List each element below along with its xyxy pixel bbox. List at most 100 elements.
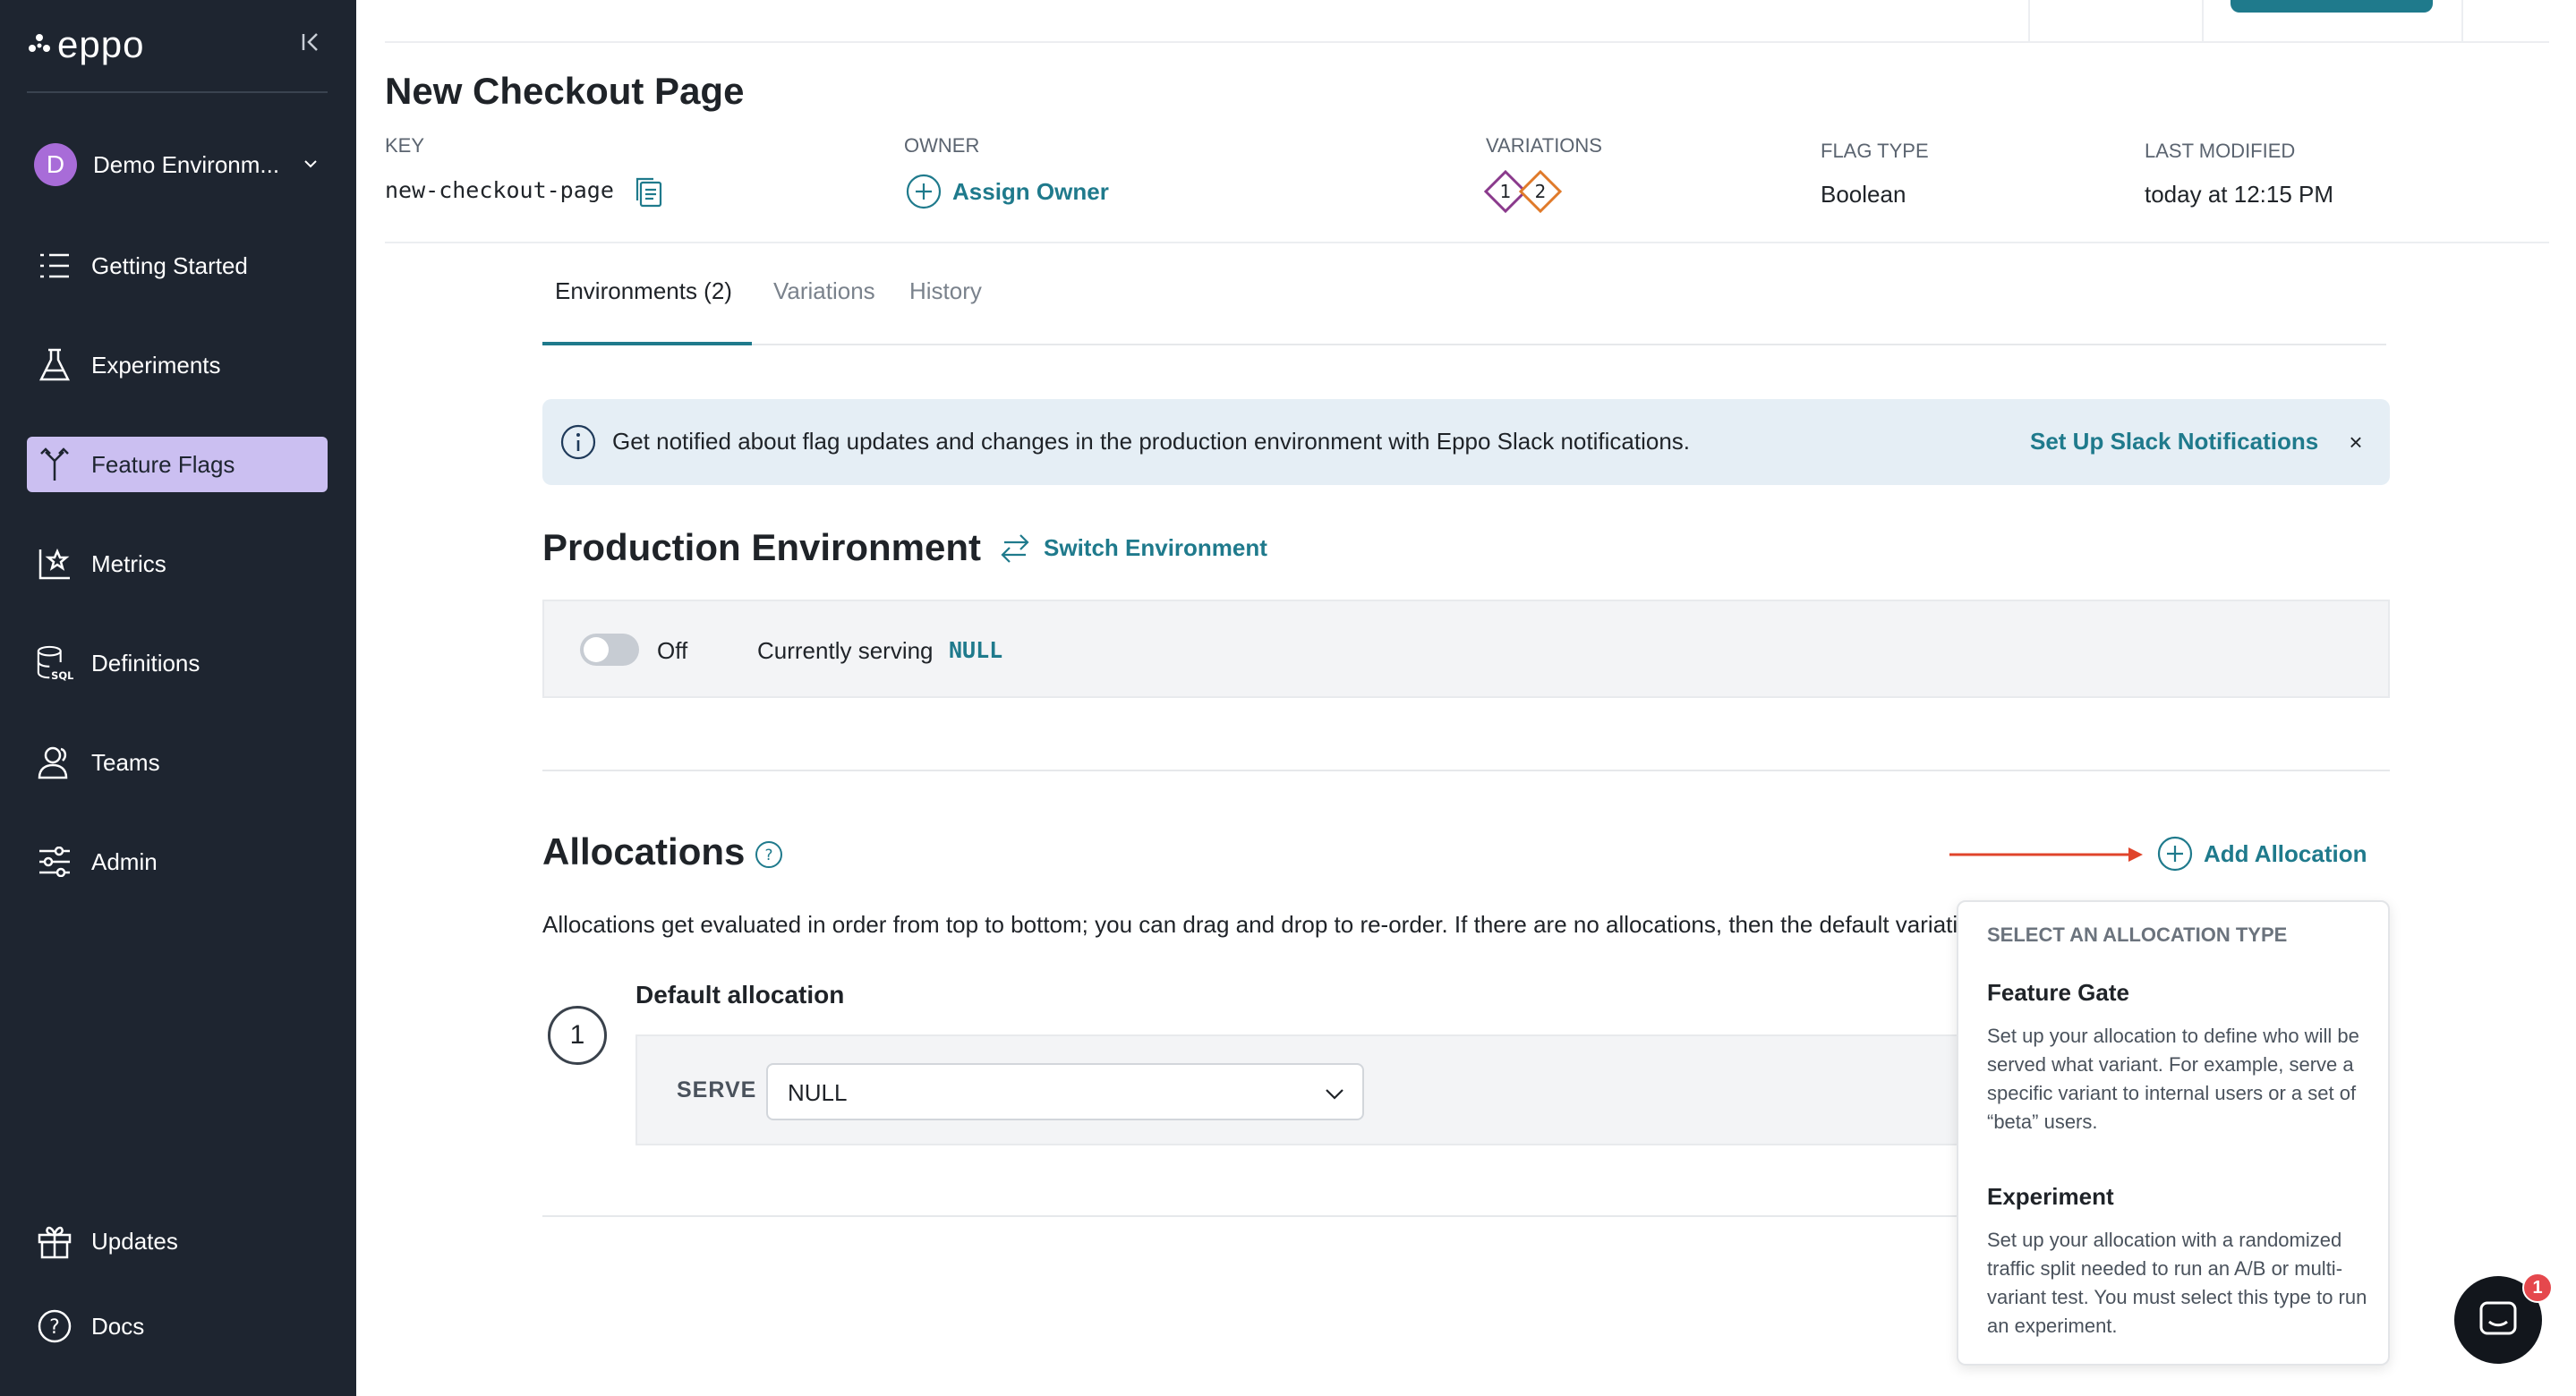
eppo-logo[interactable]: eppo	[27, 23, 144, 66]
sidebar-item-experiments[interactable]: Experiments	[27, 337, 328, 393]
sidebar-item-definitions[interactable]: SQL Definitions	[27, 635, 328, 691]
last-modified-value: today at 12:15 PM	[2145, 181, 2334, 208]
tab-history[interactable]: History	[909, 277, 982, 305]
sidebar-item-updates[interactable]: Updates	[27, 1213, 328, 1269]
environment-status-panel: Off Currently serving NULL	[542, 600, 2390, 698]
sidebar-item-label: Getting Started	[91, 251, 248, 279]
set-up-slack-notifications-link[interactable]: Set Up Slack Notifications	[2030, 428, 2318, 455]
svg-text:?: ?	[49, 1316, 60, 1339]
sidebar-item-label: Experiments	[91, 351, 221, 379]
key-label: KEY	[385, 134, 425, 157]
sidebar-item-label: Metrics	[91, 549, 166, 577]
variation-1-number: 1	[1500, 181, 1512, 202]
main-content: New Checkout Page KEY new-checkout-page …	[356, 0, 2576, 1396]
topbar-primary-button[interactable]	[2231, 0, 2433, 13]
sidebar-item-getting-started[interactable]: Getting Started	[27, 238, 328, 294]
meta-divider	[385, 242, 2549, 243]
topbar-separator	[2202, 0, 2204, 41]
serve-label: SERVE	[677, 1077, 757, 1102]
banner-text: Get notified about flag updates and chan…	[612, 428, 1690, 455]
sidebar-item-metrics[interactable]: Metrics	[27, 536, 328, 592]
variation-badges: 1 2	[1484, 170, 1563, 214]
switch-arrows-icon	[1001, 534, 1029, 563]
toggle-knob	[584, 637, 609, 662]
help-icon[interactable]: ?	[754, 839, 784, 870]
serve-variation-select[interactable]: NULL	[766, 1063, 1364, 1120]
chat-icon	[2479, 1301, 2517, 1335]
database-sql-icon: SQL	[36, 644, 73, 682]
flag-type-label: FLAG TYPE	[1821, 140, 1929, 162]
owner-label: OWNER	[904, 134, 980, 157]
option-feature-gate-description: Set up your allocation to define who wil…	[1987, 1025, 2359, 1133]
flask-icon	[36, 346, 73, 384]
copy-icon[interactable]	[634, 175, 664, 208]
topbar-divider	[385, 41, 2549, 43]
sidebar-item-label: Updates	[91, 1227, 178, 1255]
sliders-icon	[36, 843, 73, 881]
currently-serving-label: Currently serving	[757, 637, 934, 664]
variation-2-number: 2	[1535, 181, 1547, 202]
topbar-separator	[2461, 0, 2463, 41]
plus-circle-icon	[906, 174, 942, 209]
option-experiment-description: Set up your allocation with a randomized…	[1987, 1229, 2367, 1337]
sidebar-item-label: Definitions	[91, 649, 200, 677]
chevron-down-icon	[304, 160, 317, 168]
sidebar-item-label: Admin	[91, 847, 158, 875]
topbar-separator	[2028, 0, 2030, 41]
add-allocation-button[interactable]: Add Allocation	[2157, 836, 2367, 872]
default-allocation-title: Default allocation	[635, 981, 845, 1009]
slack-notification-banner: Get notified about flag updates and chan…	[542, 399, 2390, 485]
page-title: New Checkout Page	[385, 70, 745, 112]
option-feature-gate[interactable]: Feature Gate	[1987, 979, 2129, 1007]
option-experiment[interactable]: Experiment	[1987, 1183, 2114, 1211]
switch-environment-button[interactable]: Switch Environment	[999, 532, 1267, 564]
sidebar-item-label: Feature Flags	[91, 450, 235, 478]
tab-bar: Environments (2) Variations History	[542, 277, 2386, 345]
tab-variations[interactable]: Variations	[773, 277, 875, 305]
environment-label: Demo Environm...	[93, 150, 280, 178]
plus-circle-icon	[2157, 836, 2193, 872]
flag-type-value: Boolean	[1821, 181, 1906, 208]
sidebar-item-label: Teams	[91, 748, 160, 776]
section-divider	[542, 1215, 2136, 1217]
allocations-title: Allocations	[542, 830, 746, 872]
allocation-type-menu: SELECT AN ALLOCATION TYPE Feature Gate S…	[1957, 900, 2390, 1366]
add-allocation-label: Add Allocation	[2204, 839, 2367, 867]
sidebar-item-feature-flags[interactable]: Feature Flags	[27, 437, 328, 492]
sidebar-item-teams[interactable]: Teams	[27, 735, 328, 790]
sidebar-item-docs[interactable]: ? Docs	[27, 1298, 328, 1354]
toggle-state-label: Off	[657, 637, 688, 664]
users-icon	[36, 744, 73, 781]
assign-owner-button[interactable]: Assign Owner	[906, 174, 1109, 209]
close-banner-button[interactable]: ×	[2343, 430, 2368, 455]
sidebar-item-admin[interactable]: Admin	[27, 834, 328, 890]
gift-icon	[36, 1222, 73, 1260]
section-divider	[542, 770, 2390, 771]
info-icon	[560, 424, 596, 460]
environment-selector[interactable]: D Demo Environm...	[34, 141, 329, 188]
help-circle-icon: ?	[36, 1307, 73, 1345]
sidebar: eppo D Demo Environm... Getting Started …	[0, 0, 356, 1396]
sidebar-item-label: Docs	[91, 1312, 145, 1340]
environment-title: Production Environment	[542, 526, 982, 568]
assign-owner-label: Assign Owner	[952, 177, 1109, 205]
chat-launcher-button[interactable]: 1	[2454, 1273, 2553, 1364]
allocation-menu-header: SELECT AN ALLOCATION TYPE	[1987, 924, 2288, 946]
svg-text:SQL: SQL	[51, 669, 73, 682]
svg-text:?: ?	[764, 847, 772, 864]
serve-selected-value: NULL	[788, 1079, 848, 1106]
environment-toggle[interactable]	[580, 634, 639, 666]
chart-star-icon	[36, 545, 73, 583]
chevron-down-icon	[1326, 1089, 1343, 1100]
collapse-sidebar-icon[interactable]	[295, 27, 326, 57]
eppo-logo-icon	[29, 34, 50, 52]
sidebar-divider	[27, 91, 328, 93]
active-tab-indicator	[542, 342, 752, 345]
last-modified-label: LAST MODIFIED	[2145, 140, 2296, 162]
allocation-order-number: 1	[548, 1006, 607, 1065]
variations-label: VARIATIONS	[1486, 134, 1602, 157]
currently-serving-value: NULL	[949, 637, 1003, 663]
tab-environments[interactable]: Environments (2)	[555, 277, 732, 305]
switch-environment-label: Switch Environment	[1044, 533, 1267, 561]
flag-split-icon	[36, 446, 73, 483]
